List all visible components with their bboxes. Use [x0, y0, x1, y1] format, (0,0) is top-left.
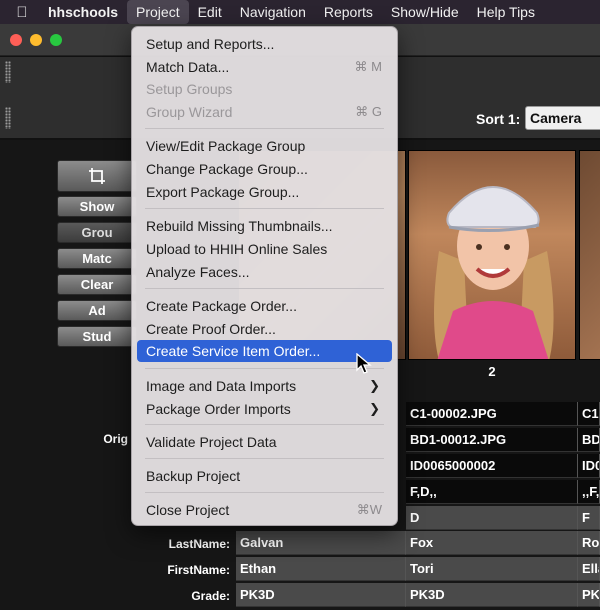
menu-item-rebuild-missing-thumbnails[interactable]: Rebuild Missing Thumbnails...: [137, 215, 392, 237]
backdrop-cell[interactable]: BD1-00012.JPG: [406, 428, 578, 452]
menu-item-group-wizard: Group Wizard ⌘ G: [137, 101, 392, 123]
sort-label: Sort 1:: [476, 111, 521, 127]
lastname-cell[interactable]: Fox: [406, 531, 578, 555]
menu-show-hide[interactable]: Show/Hide: [382, 0, 468, 24]
minimize-window-button[interactable]: [30, 34, 42, 46]
firstname-cell[interactable]: Ethan: [236, 557, 406, 581]
menu-separator: [145, 128, 384, 129]
firstname-cell[interactable]: Ella: [578, 557, 600, 581]
shortcut-label: ⌘W: [356, 502, 382, 517]
grade-label: Grade:: [191, 589, 230, 603]
zoom-window-button[interactable]: [50, 34, 62, 46]
show-button[interactable]: Show: [57, 196, 137, 217]
lastname-cell[interactable]: Row: [578, 531, 600, 555]
menu-item-image-and-data-imports[interactable]: Image and Data Imports ❯: [137, 375, 392, 397]
menu-item-export-package-group[interactable]: Export Package Group...: [137, 181, 392, 203]
menu-edit[interactable]: Edit: [189, 0, 231, 24]
apple-logo-icon[interactable]: : [0, 4, 44, 21]
menu-project[interactable]: Project: [127, 0, 189, 24]
chevron-right-icon: ❯: [369, 378, 380, 393]
sort-select[interactable]: Camera: [525, 106, 600, 130]
lastname-cell[interactable]: Galvan: [236, 531, 406, 555]
menu-separator: [145, 288, 384, 289]
student-photo-thumbnail[interactable]: [408, 150, 576, 360]
menu-help-tips[interactable]: Help Tips: [468, 0, 544, 24]
flags-cell[interactable]: ,,F,: [578, 480, 600, 504]
student-portrait-image: [434, 186, 554, 359]
chevron-right-icon: ❯: [369, 401, 380, 416]
grade-cell[interactable]: PK3D: [406, 583, 578, 607]
flags-cell[interactable]: F,D,,: [406, 480, 578, 504]
code-cell[interactable]: D: [406, 506, 578, 530]
menu-separator: [145, 492, 384, 493]
menu-item-setup-groups: Setup Groups: [146, 81, 233, 97]
filename-cell[interactable]: C1-00002.JPG: [406, 402, 578, 426]
menu-item-create-proof-order[interactable]: Create Proof Order...: [137, 318, 392, 340]
mouse-pointer-icon: [356, 353, 372, 374]
code-cell[interactable]: F: [578, 506, 600, 530]
close-window-button[interactable]: [10, 34, 22, 46]
add-button[interactable]: Ad: [57, 300, 137, 321]
menu-app-name[interactable]: hhschools: [44, 0, 127, 24]
shortcut-label: ⌘ G: [355, 104, 382, 119]
shortcut-label: ⌘ M: [354, 59, 382, 74]
menu-item-match-data[interactable]: Match Data... ⌘ M: [137, 56, 392, 78]
menu-item-analyze-faces[interactable]: Analyze Faces...: [137, 261, 392, 283]
crop-icon: [89, 167, 105, 184]
photo-number-label: 2: [488, 364, 496, 379]
menu-item-change-package-group[interactable]: Change Package Group...: [137, 158, 392, 180]
menu-item-create-package-order[interactable]: Create Package Order...: [137, 295, 392, 317]
student-photo-thumbnail[interactable]: [579, 150, 600, 360]
menu-item-validate-project-data[interactable]: Validate Project Data: [137, 431, 392, 453]
menu-item-create-service-item-order[interactable]: Create Service Item Order...: [137, 340, 392, 362]
firstname-label: FirstName:: [167, 563, 230, 577]
backdrop-cell[interactable]: BD1-: [578, 428, 600, 452]
groups-button[interactable]: Grou: [57, 222, 137, 243]
menu-item-package-order-imports[interactable]: Package Order Imports ❯: [137, 398, 392, 420]
menu-reports[interactable]: Reports: [315, 0, 382, 24]
toolbar-grip-handle[interactable]: [5, 107, 11, 129]
orig-label: Orig: [103, 432, 128, 446]
grade-cell[interactable]: PK3D: [236, 583, 406, 607]
menu-item-close-project[interactable]: Close Project ⌘W: [137, 499, 392, 521]
filename-cell[interactable]: C1-0: [578, 402, 600, 426]
menu-separator: [145, 368, 384, 369]
menu-navigation[interactable]: Navigation: [231, 0, 315, 24]
id-cell[interactable]: ID0065000002: [406, 454, 578, 478]
match-button[interactable]: Matc: [57, 248, 137, 269]
firstname-cell[interactable]: Tori: [406, 557, 578, 581]
project-menu: Setup and Reports... Match Data... ⌘ M Se…: [131, 26, 398, 526]
grade-cell[interactable]: PK3: [578, 583, 600, 607]
menu-item-view-edit-package-group[interactable]: View/Edit Package Group: [137, 135, 392, 157]
menu-item-upload-online-sales[interactable]: Upload to HHIH Online Sales: [137, 238, 392, 260]
menu-bar:  hhschools Project Edit Navigation Repo…: [0, 0, 600, 24]
toolbar-grip-handle[interactable]: [5, 61, 11, 83]
student-button[interactable]: Stud: [57, 326, 137, 347]
menu-item-setup-and-reports[interactable]: Setup and Reports...: [137, 33, 392, 55]
menu-item-backup-project[interactable]: Backup Project: [137, 465, 392, 487]
menu-separator: [145, 208, 384, 209]
lastname-label: LastName:: [168, 537, 230, 551]
id-cell[interactable]: ID0: [578, 454, 600, 478]
clear-button[interactable]: Clear: [57, 274, 137, 295]
menu-separator: [145, 458, 384, 459]
menu-separator: [145, 424, 384, 425]
crop-button[interactable]: [57, 160, 137, 192]
